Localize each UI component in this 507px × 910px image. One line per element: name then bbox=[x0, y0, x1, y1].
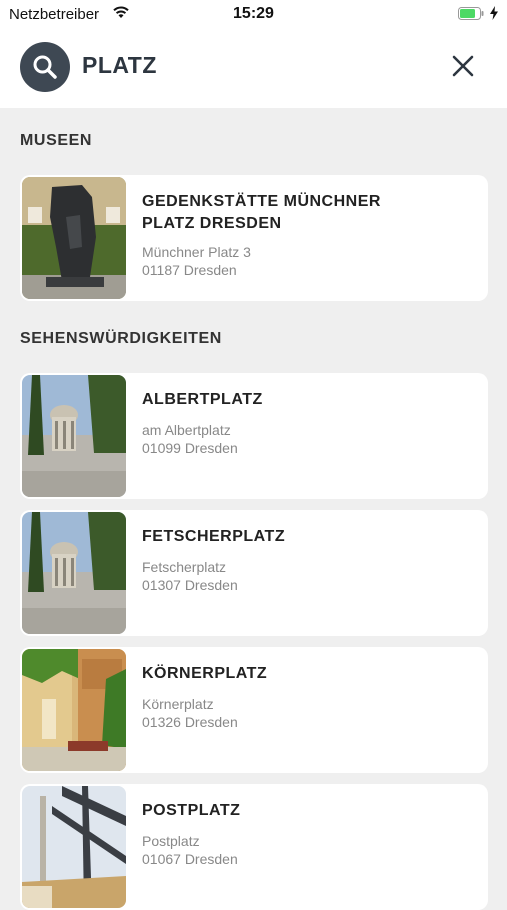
result-thumbnail bbox=[22, 786, 126, 908]
result-city: 01187 Dresden bbox=[142, 262, 237, 278]
battery-icon bbox=[458, 7, 484, 20]
result-title: GEDENKSTÄTTE MÜNCHNER PLATZ DRESDEN bbox=[142, 193, 381, 232]
status-bar: Netzbetreiber 15:29 bbox=[0, 0, 507, 28]
result-card[interactable]: FETSCHERPLATZ Fetscherplatz 01307 Dresde… bbox=[20, 510, 488, 636]
result-thumbnail bbox=[22, 177, 126, 299]
result-thumbnail bbox=[22, 375, 126, 497]
result-card[interactable]: GEDENKSTÄTTE MÜNCHNER PLATZ DRESDEN Münc… bbox=[20, 175, 488, 301]
result-street: Körnerplatz bbox=[142, 696, 214, 712]
result-title: POSTPLATZ bbox=[142, 802, 241, 819]
result-street: Postplatz bbox=[142, 833, 200, 849]
status-time: 15:29 bbox=[233, 5, 274, 22]
search-query[interactable]: PLATZ bbox=[82, 52, 157, 79]
result-card[interactable]: POSTPLATZ Postplatz 01067 Dresden bbox=[20, 784, 488, 910]
search-icon bbox=[33, 55, 57, 79]
result-thumbnail bbox=[22, 512, 126, 634]
result-title: FETSCHERPLATZ bbox=[142, 528, 286, 545]
result-street: Fetscherplatz bbox=[142, 559, 227, 575]
result-thumbnail bbox=[22, 649, 126, 771]
search-button[interactable] bbox=[20, 42, 70, 92]
result-city: 01067 Dresden bbox=[142, 851, 238, 867]
result-title: KÖRNERPLATZ bbox=[142, 665, 268, 682]
result-city: 01099 Dresden bbox=[142, 440, 238, 456]
result-street: Münchner Platz 3 bbox=[142, 244, 251, 260]
result-city: 01307 Dresden bbox=[142, 577, 238, 593]
close-icon[interactable] bbox=[445, 48, 481, 84]
result-city: 01326 Dresden bbox=[142, 714, 238, 730]
charging-bolt-icon bbox=[490, 6, 498, 20]
result-card[interactable]: KÖRNERPLATZ Körnerplatz 01326 Dresden bbox=[20, 647, 488, 773]
search-header: PLATZ bbox=[0, 28, 507, 108]
result-card[interactable]: ALBERTPLATZ am Albertplatz 01099 Dresden bbox=[20, 373, 488, 499]
result-street: am Albertplatz bbox=[142, 422, 231, 438]
section-title-sehenswuerdigkeiten: SEHENSWÜRDIGKEITEN bbox=[20, 330, 222, 347]
result-title: ALBERTPLATZ bbox=[142, 391, 263, 408]
section-title-museen: MUSEEN bbox=[20, 132, 93, 149]
